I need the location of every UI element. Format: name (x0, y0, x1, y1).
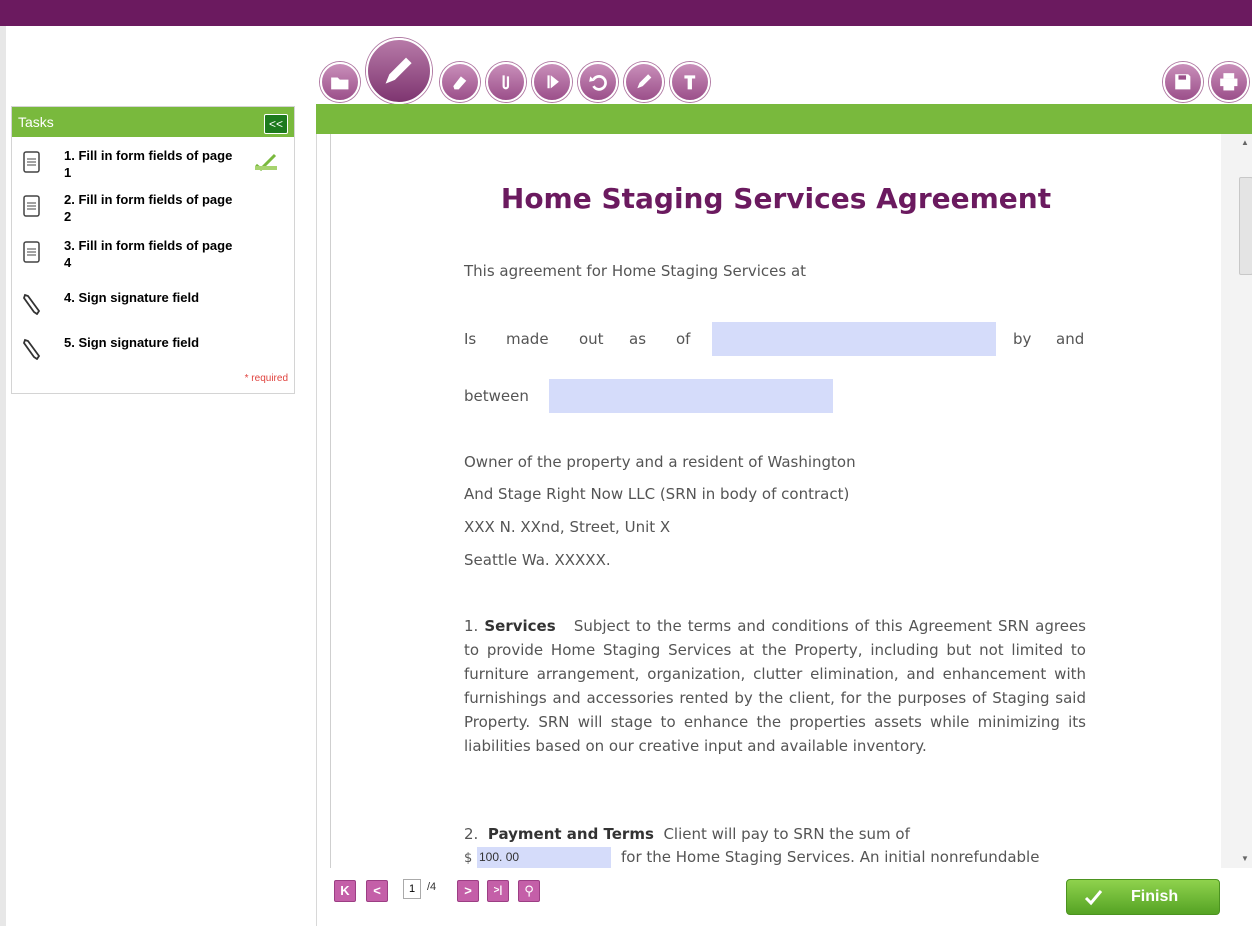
services-body: Subject to the terms and conditions of t… (464, 617, 1086, 755)
save-icon[interactable] (1163, 62, 1203, 102)
document-title: Home Staging Services Agreement (500, 182, 1052, 215)
made-word-of: of (676, 330, 691, 348)
pen-icon (23, 338, 41, 360)
attachment-icon[interactable] (486, 62, 526, 102)
services-heading: Services (484, 617, 556, 635)
next-page-button[interactable]: > (457, 880, 479, 902)
task-label: 3. Fill in form fields of page 4 (64, 238, 233, 270)
finish-button[interactable]: Finish (1066, 879, 1220, 915)
document-icon (23, 151, 40, 173)
task-label: 5. Sign signature field (64, 335, 200, 350)
payment-paragraph: 2. Payment and Terms Client will pay to … (464, 822, 1086, 846)
left-strip (0, 26, 6, 926)
page-number-input[interactable]: 1 (403, 879, 421, 899)
party-line-1: Owner of the property and a resident of … (464, 453, 856, 471)
made-word-made: made (506, 330, 549, 348)
agreement-intro: This agreement for Home Staging Services… (464, 262, 807, 280)
document-icon (23, 195, 40, 217)
collapse-panel-button[interactable]: << (264, 114, 288, 134)
completed-check-icon (255, 153, 277, 171)
payment-number: 2. (464, 825, 479, 843)
zoom-icon[interactable]: ⚲ (518, 880, 540, 902)
pencil-edit-icon[interactable] (624, 62, 664, 102)
document-page: Home Staging Services Agreement This agr… (330, 134, 1222, 868)
text-cursor-icon[interactable] (532, 62, 572, 102)
open-folder-icon[interactable] (320, 62, 360, 102)
checkmark-icon (1084, 890, 1103, 906)
made-word-and: and (1056, 330, 1085, 348)
scroll-thumb[interactable] (1239, 177, 1252, 275)
tasks-title: Tasks (18, 114, 54, 130)
made-word-as: as (629, 330, 647, 348)
last-page-button[interactable]: >| (487, 880, 509, 902)
first-page-button[interactable]: K (334, 880, 356, 902)
top-bar (0, 0, 1252, 26)
task-label: 1. Fill in form fields of page 1 (64, 148, 233, 180)
made-word-out: out (579, 330, 604, 348)
previous-page-button[interactable]: < (366, 880, 388, 902)
text-tool-icon[interactable] (670, 62, 710, 102)
party-line-4: Seattle Wa. XXXXX. (464, 551, 611, 569)
services-paragraph: 1. Services Subject to the terms and con… (464, 614, 1086, 758)
finish-label: Finish (1131, 888, 1179, 905)
services-number: 1. (464, 617, 479, 635)
date-field[interactable] (712, 322, 996, 356)
document-icon (23, 241, 40, 263)
made-word-by: by (1013, 330, 1032, 348)
eraser-icon[interactable] (440, 62, 480, 102)
pen-tool-icon[interactable] (366, 38, 432, 104)
pen-icon (23, 293, 41, 315)
undo-icon[interactable] (578, 62, 618, 102)
payment-tail: for the Home Staging Services. An initia… (621, 848, 1040, 866)
payment-body: Client will pay to SRN the sum of (663, 825, 910, 843)
scroll-down-icon[interactable]: ▼ (1241, 854, 1249, 863)
party-line-3: XXX N. XXnd, Street, Unit X (464, 518, 671, 536)
payment-heading: Payment and Terms (487, 825, 654, 843)
dollar-sign: $ (464, 851, 473, 866)
document-header-bar (316, 104, 1252, 134)
task-label: 2. Fill in form fields of page 2 (64, 192, 233, 224)
vertical-scrollbar[interactable]: ▲ ▼ (1221, 134, 1252, 868)
party-line-2: And Stage Right Now LLC (SRN in body of … (464, 485, 850, 503)
task-label: 4. Sign signature field (64, 290, 200, 305)
required-note: * required (244, 373, 288, 384)
client-name-field[interactable] (549, 379, 833, 413)
page-total: /4 (427, 881, 437, 893)
print-icon[interactable] (1209, 62, 1249, 102)
amount-field[interactable]: 100. 00 (477, 847, 611, 868)
scroll-up-icon[interactable]: ▲ (1241, 138, 1249, 147)
between-label: between (464, 387, 529, 405)
tasks-header: Tasks << (12, 107, 294, 137)
made-word-is: Is (464, 330, 477, 348)
tasks-panel: Tasks << 1. Fill in form fields of page … (11, 106, 295, 394)
